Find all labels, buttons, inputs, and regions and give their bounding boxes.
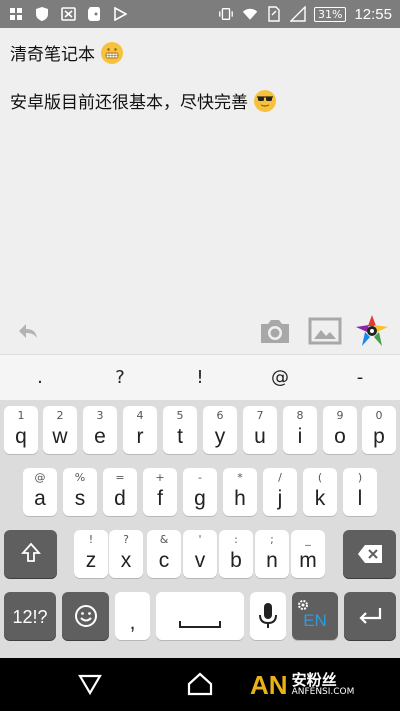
sim-icon xyxy=(266,6,282,22)
key-x[interactable]: ? x xyxy=(109,530,143,578)
key-r[interactable]: 4r xyxy=(123,406,157,454)
backspace-key[interactable] xyxy=(343,530,396,578)
suggestion-key[interactable]: ! xyxy=(160,355,240,400)
watermark-url: ANFENSI.COM xyxy=(291,687,355,698)
key-row-3: ! z ? x & c ' v :b ; n _ m xyxy=(0,530,400,578)
key-h[interactable]: * h xyxy=(223,468,257,516)
site-watermark: AN 安粉丝 ANFENSI.COM xyxy=(250,661,354,709)
language-key[interactable]: EN xyxy=(292,592,338,640)
emoji-key[interactable] xyxy=(62,592,109,640)
key-i[interactable]: 8i xyxy=(283,406,317,454)
key-e[interactable]: 3e xyxy=(83,406,117,454)
evernote-icon xyxy=(86,6,102,22)
status-bar: 31% 12:55 xyxy=(0,0,400,28)
suggestion-strip: . ? ! @ - xyxy=(0,354,400,400)
key-row-4: 12!? , EN xyxy=(0,592,400,640)
key-l[interactable]: ) l xyxy=(343,468,377,516)
key-d[interactable]: = d xyxy=(103,468,137,516)
suggestion-key[interactable]: ? xyxy=(80,355,160,400)
microphone-icon xyxy=(258,602,278,634)
smiley-icon xyxy=(74,604,98,632)
key-u[interactable]: 7u xyxy=(243,406,277,454)
key-k[interactable]: (k xyxy=(303,468,337,516)
key-t[interactable]: 5t xyxy=(163,406,197,454)
reply-icon[interactable] xyxy=(14,314,42,348)
vibrate-icon xyxy=(218,6,234,22)
voice-input-key[interactable] xyxy=(250,592,286,640)
note-title[interactable]: 清奇笔记本 xyxy=(10,40,123,65)
grid-icon xyxy=(8,6,24,22)
comma-key[interactable]: , xyxy=(115,592,150,640)
suggestion-key[interactable]: - xyxy=(320,355,400,400)
key-z[interactable]: ! z xyxy=(74,530,108,578)
grin-emoji-icon xyxy=(101,41,123,64)
key-v[interactable]: ' v xyxy=(183,530,217,578)
key-g[interactable]: -g xyxy=(183,468,217,516)
enter-icon xyxy=(357,606,383,630)
key-c[interactable]: & c xyxy=(147,530,181,578)
note-body[interactable]: 安卓版目前还很基本，尽快完善 xyxy=(10,88,276,113)
camera-icon[interactable] xyxy=(257,314,293,348)
key-m[interactable]: _ m xyxy=(291,530,325,578)
watermark-logo: AN xyxy=(250,669,288,700)
enter-key[interactable] xyxy=(344,592,396,640)
battery-indicator: 31% xyxy=(314,6,347,22)
key-y[interactable]: 6y xyxy=(203,406,237,454)
backspace-icon xyxy=(357,544,383,568)
note-editor[interactable]: 清奇笔记本 安卓版目前还很基本，尽快完善 xyxy=(0,28,400,354)
key-q[interactable]: 1q xyxy=(4,406,38,454)
key-w[interactable]: 2w xyxy=(43,406,77,454)
wifi-icon xyxy=(242,6,258,22)
key-s[interactable]: % s xyxy=(63,468,97,516)
symbols-key[interactable]: 12!? xyxy=(4,592,56,640)
key-row-1: 1q 2w 3e 4r 5t 6y 7u 8i 9o 0p xyxy=(0,406,400,454)
key-n[interactable]: ; n xyxy=(255,530,289,578)
back-icon[interactable] xyxy=(76,670,104,698)
clock: 12:55 xyxy=(354,5,392,23)
key-row-2: @ a % s = d + f -g * h / j (k ) l xyxy=(0,468,400,516)
space-key[interactable] xyxy=(156,592,244,640)
space-bar-icon xyxy=(178,614,222,633)
key-f[interactable]: + f xyxy=(143,468,177,516)
key-b[interactable]: :b xyxy=(219,530,253,578)
key-o[interactable]: 9o xyxy=(323,406,357,454)
signal-icon xyxy=(290,6,306,22)
watermark-cn: 安粉丝 xyxy=(291,670,337,689)
home-icon[interactable] xyxy=(186,670,214,698)
play-icon xyxy=(112,6,128,22)
note-title-text: 清奇笔记本 xyxy=(10,45,95,65)
key-p[interactable]: 0p xyxy=(362,406,396,454)
close-box-icon xyxy=(60,6,76,22)
soft-keyboard: 1q 2w 3e 4r 5t 6y 7u 8i 9o 0p @ a % s = d +… xyxy=(0,400,400,658)
suggestion-key[interactable]: . xyxy=(0,355,80,400)
shift-icon xyxy=(20,542,42,568)
shift-key[interactable] xyxy=(4,530,57,578)
sunglasses-emoji-icon xyxy=(254,89,276,112)
color-wheel-icon[interactable] xyxy=(354,314,390,348)
key-a[interactable]: @ a xyxy=(23,468,57,516)
key-j[interactable]: / j xyxy=(263,468,297,516)
note-body-text: 安卓版目前还很基本，尽快完善 xyxy=(10,93,248,113)
shield-icon xyxy=(34,6,50,22)
image-icon[interactable] xyxy=(307,314,343,348)
note-toolbar xyxy=(0,310,400,354)
suggestion-key[interactable]: @ xyxy=(240,355,320,400)
